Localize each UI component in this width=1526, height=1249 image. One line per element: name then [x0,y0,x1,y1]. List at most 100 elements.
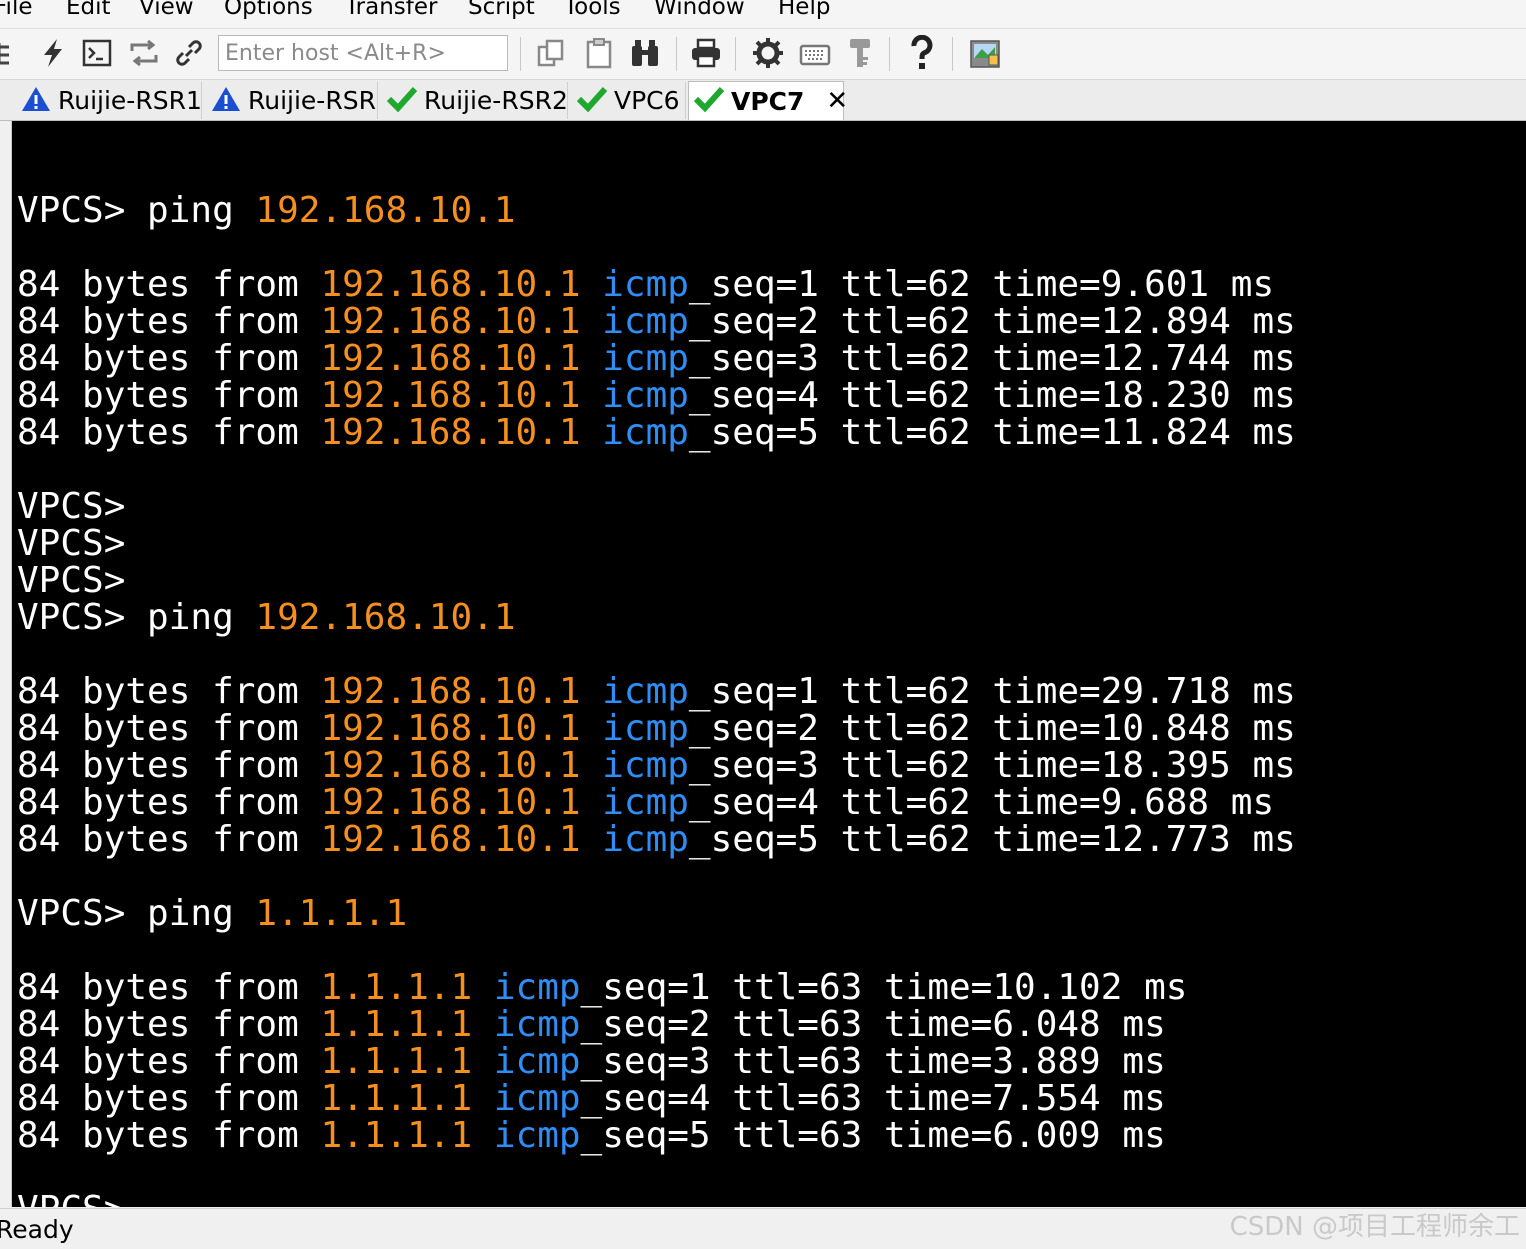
ip-address: 192.168.10.1 [255,597,516,638]
terminal-text: 84 bytes from [17,967,321,1008]
terminal-lines: VPCS> ping 192.168.10.1 84 bytes from 19… [17,155,1296,1207]
icmp-keyword: icmp [602,375,689,416]
icmp-keyword: icmp [602,819,689,860]
tab-ruijie-rsr[interactable]: Ruijie-RSR [206,82,378,119]
lightning-icon[interactable] [36,36,70,70]
terminal-text: VPCS> ping [17,597,256,638]
toolbar-separator [676,37,677,71]
watermark: CSDN @项目工程师余工 [1229,1212,1520,1242]
ip-address: 1.1.1.1 [320,1041,473,1082]
menu-view[interactable]: View [139,0,194,20]
tab-label: Ruijie-RSR [248,86,376,115]
menu-file[interactable]: File [0,0,33,20]
menu-help[interactable]: Help [778,0,830,20]
icmp-keyword: icmp [493,967,581,1008]
image-icon[interactable] [968,36,1002,70]
ip-address: 192.168.10.1 [320,338,581,379]
terminal-text: 84 bytes from [17,375,321,416]
terminal-text: 84 bytes from [17,708,321,749]
icmp-keyword: icmp [493,1078,581,1119]
close-icon[interactable]: ✕ [826,86,848,116]
printer-icon[interactable] [689,36,723,70]
terminal-text: _seq=3 ttl=63 time=3.889 ms [580,1041,1166,1082]
terminal-icon[interactable] [80,36,114,70]
terminal-text: 84 bytes from [17,338,321,379]
binoculars-icon[interactable] [628,36,662,70]
icmp-keyword: icmp [602,671,689,712]
tab-ruijie-rsr1[interactable]: Ruijie-RSR1 [16,82,202,119]
menu-script[interactable]: Script [468,0,535,20]
tab-ruijie-rsr2[interactable]: Ruijie-RSR2 [382,82,568,119]
terminal-text: _seq=1 ttl=63 time=10.102 ms [580,967,1188,1008]
icmp-keyword: icmp [602,412,689,453]
terminal-line: 84 bytes from 1.1.1.1 icmp_seq=4 ttl=63 … [17,1080,1296,1117]
menu-bar: File Edit View Options Transfer Script T… [0,0,1526,29]
terminal-text: 84 bytes from [17,782,321,823]
terminal-text: 84 bytes from [17,1115,321,1156]
terminal-text: _seq=1 ttl=62 time=29.718 ms [688,671,1296,712]
terminal-text: _seq=1 ttl=62 time=9.601 ms [688,264,1275,305]
terminal-text: _seq=5 ttl=62 time=11.824 ms [688,412,1296,453]
terminal-text: 84 bytes from [17,745,321,786]
gear-icon[interactable] [751,36,785,70]
terminal-text: VPCS> ping [17,893,256,934]
ip-address: 192.168.10.1 [320,745,581,786]
terminal-text: VPCS> ping [17,190,256,231]
ip-address: 192.168.10.1 [320,782,581,823]
tab-vpc6[interactable]: VPC6 [572,82,686,119]
terminal-line: VPCS> [17,1191,1296,1207]
terminal-line: 84 bytes from 192.168.10.1 icmp_seq=4 tt… [17,784,1296,821]
terminal-text: VPCS> [17,523,126,564]
ip-address: 192.168.10.1 [255,190,516,231]
menu-tools[interactable]: Tools [564,0,621,20]
terminal-text: _seq=5 ttl=62 time=12.773 ms [688,819,1296,860]
keyboard-icon[interactable] [798,36,832,70]
terminal-line: VPCS> ping 192.168.10.1 [17,599,1296,636]
reconnect-icon[interactable] [127,36,161,70]
terminal-text: 84 bytes from [17,671,321,712]
terminal-text: _seq=4 ttl=62 time=9.688 ms [688,782,1275,823]
terminal-text: _seq=2 ttl=62 time=12.894 ms [688,301,1296,342]
terminal-line: 84 bytes from 192.168.10.1 icmp_seq=1 tt… [17,266,1296,303]
toolbar-separator [889,37,890,71]
menu-window[interactable]: Window [654,0,745,20]
terminal-line: 84 bytes from 192.168.10.1 icmp_seq=5 tt… [17,821,1296,858]
menu-options[interactable]: Options [224,0,313,20]
icmp-keyword: icmp [602,745,689,786]
host-input[interactable] [218,35,508,71]
ip-address: 1.1.1.1 [320,967,473,1008]
terminal-text: _seq=3 ttl=62 time=12.744 ms [688,338,1296,379]
copy-icon[interactable] [534,36,568,70]
tab-vpc7[interactable]: VPC7 ✕ [688,81,848,120]
terminal-text: _seq=4 ttl=63 time=7.554 ms [580,1078,1166,1119]
terminal-text: 84 bytes from [17,301,321,342]
link-icon[interactable] [172,36,206,70]
key-icon[interactable] [843,36,877,70]
terminal-text: 84 bytes from [17,819,321,860]
help-icon[interactable] [905,35,939,70]
icmp-keyword: icmp [602,264,689,305]
terminal-line: 84 bytes from 192.168.10.1 icmp_seq=1 tt… [17,673,1296,710]
warning-icon [20,85,52,117]
terminal-output[interactable]: VPCS> ping 192.168.10.1 84 bytes from 19… [12,121,1526,1207]
menu-transfer[interactable]: Transfer [345,0,437,20]
clipboard-icon[interactable] [582,36,616,70]
icmp-keyword: icmp [493,1004,581,1045]
terminal-text: 84 bytes from [17,1041,321,1082]
tree-icon[interactable] [0,36,24,70]
terminal-line: 84 bytes from 192.168.10.1 icmp_seq=4 tt… [17,377,1296,414]
terminal-text: _seq=4 ttl=62 time=18.230 ms [688,375,1296,416]
menu-edit[interactable]: Edit [66,0,111,20]
